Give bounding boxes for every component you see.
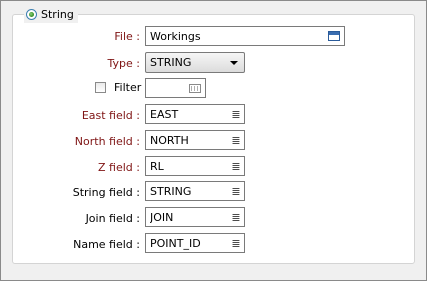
list-icon[interactable]: ≣ (228, 161, 244, 172)
string-field-value: STRING (150, 184, 192, 198)
filter-checkbox[interactable] (95, 82, 106, 93)
east-field-label: East field : (81, 109, 140, 122)
filter-editor-icon[interactable] (189, 83, 201, 93)
name-field-input[interactable]: POINT_ID ≣ (145, 233, 245, 253)
radio-selected-icon[interactable] (26, 9, 37, 20)
north-field-label: North field : (74, 135, 140, 148)
join-field-label: Join field : (85, 212, 140, 225)
north-field-input[interactable]: NORTH ≣ (145, 130, 245, 150)
chevron-down-icon (230, 60, 238, 65)
browse-icon[interactable] (328, 31, 340, 41)
z-field-input[interactable]: RL ≣ (145, 156, 245, 176)
list-icon[interactable]: ≣ (228, 186, 244, 197)
east-field-input[interactable]: EAST ≣ (145, 104, 245, 124)
list-icon[interactable]: ≣ (228, 238, 244, 249)
join-field-value: JOIN (150, 210, 174, 224)
z-field-label: Z field : (98, 161, 140, 174)
name-field-value: POINT_ID (150, 236, 201, 250)
east-field-value: EAST (150, 107, 179, 121)
string-option[interactable]: String (24, 6, 78, 23)
type-label: Type : (107, 57, 140, 70)
type-select[interactable]: STRING (145, 52, 245, 73)
file-value: Workings (150, 29, 201, 43)
list-icon[interactable]: ≣ (228, 135, 244, 146)
string-field-input[interactable]: STRING ≣ (145, 181, 245, 201)
join-field-input[interactable]: JOIN ≣ (145, 207, 245, 227)
file-input[interactable]: Workings (145, 26, 345, 46)
north-field-value: NORTH (150, 133, 189, 147)
list-icon[interactable]: ≣ (228, 109, 244, 120)
type-value: STRING (150, 56, 192, 69)
list-icon[interactable]: ≣ (228, 212, 244, 223)
filter-input[interactable] (145, 78, 206, 98)
string-option-label: String (41, 8, 74, 21)
z-field-value: RL (150, 159, 164, 173)
file-label: File : (114, 30, 140, 43)
filter-label: Filter (114, 81, 142, 94)
string-field-label: String field : (72, 186, 140, 199)
name-field-label: Name field : (73, 238, 140, 251)
